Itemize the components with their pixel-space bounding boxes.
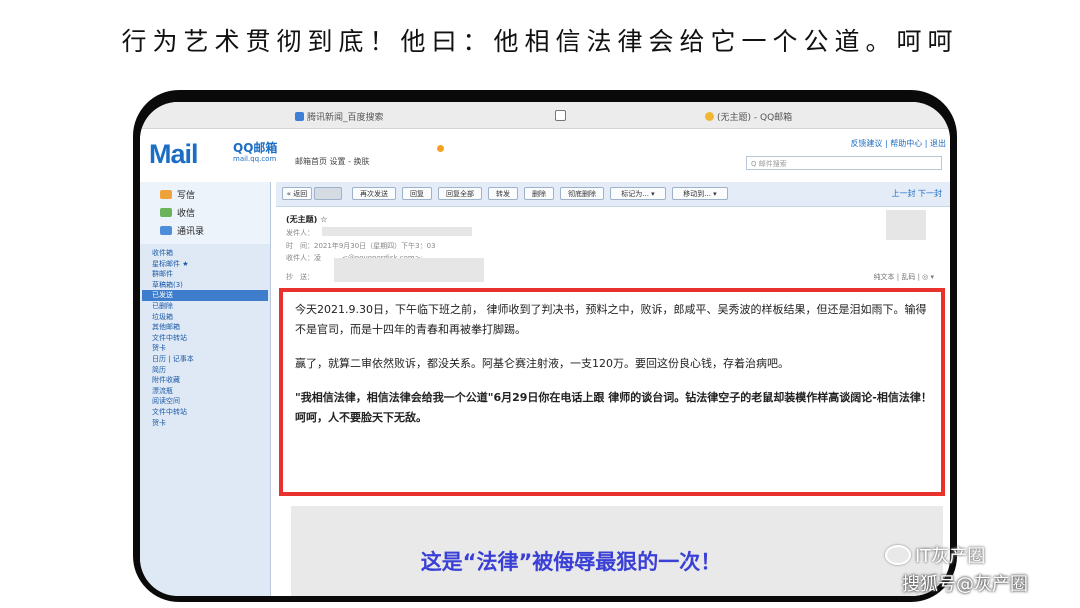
redaction	[322, 227, 472, 236]
watermark-text-1: IT灰产圈	[915, 546, 986, 567]
watermark-line-1: IT灰产圈	[885, 542, 985, 568]
logo-brand: QQ邮箱	[233, 141, 278, 155]
page-icon	[555, 110, 566, 121]
mark-as-dropdown[interactable]: 标记为... ▾	[610, 187, 666, 200]
wechat-icon	[885, 545, 911, 565]
write-label: 写信	[177, 191, 196, 201]
screen: 腾讯新闻_百度搜索 (无主题) - QQ邮箱 Mail QQ邮箱 mail.qq…	[140, 102, 950, 596]
sidebar: 写信 收信 通讯录 收件箱 星标邮件 ★ 群邮件 草稿箱(3) 已发送 已删除 …	[140, 182, 271, 596]
caption-band: 这是“法律”被侮辱最狠的一次！	[291, 506, 943, 596]
mail-toolbar: « 返回 再次发送 回复 回复全部 转发 删除 彻底删除 标记为... ▾ 移动…	[276, 182, 950, 207]
folder-item[interactable]: 文件中转站	[142, 333, 268, 344]
avatar-button[interactable]	[314, 187, 342, 200]
browser-tab-bar: 腾讯新闻_百度搜索 (无主题) - QQ邮箱	[140, 102, 950, 129]
resend-button[interactable]: 再次发送	[352, 187, 396, 200]
browser-tab-2[interactable]	[555, 110, 569, 123]
folder-item[interactable]: 贺卡	[142, 343, 268, 354]
permanent-delete-button[interactable]: 彻底删除	[560, 187, 604, 200]
folder-item[interactable]: 星标邮件 ★	[142, 259, 268, 270]
folder-item[interactable]: 阅读空间	[142, 396, 268, 407]
watermark-line-2: 搜狐号@灰产圈	[902, 574, 1028, 595]
folder-item[interactable]: 其他邮箱	[142, 322, 268, 333]
folder-item[interactable]: 群邮件	[142, 269, 268, 280]
sender-avatar	[886, 210, 926, 240]
folder-item-selected[interactable]: 已发送	[142, 290, 268, 301]
cc-line: 抄 送：	[286, 273, 314, 281]
mail-logo[interactable]: Mail	[149, 139, 199, 170]
body-paragraph-2: 赢了，就算二审依然败诉，都没关系。阿基仑赛注射液，一支120万。要回这份良心钱，…	[295, 357, 789, 370]
back-button[interactable]: « 返回	[282, 187, 312, 200]
logo-domain: mail.qq.com	[233, 155, 277, 163]
mail-subject: (无主题) ☆	[286, 215, 328, 224]
quick-actions: 写信 收信 通讯录	[140, 182, 270, 244]
headline: 行为艺术贯彻到底！他曰：他相信法律会给它一个公道。呵呵	[121, 27, 959, 56]
screenshot-frame: 腾讯新闻_百度搜索 (无主题) - QQ邮箱 Mail QQ邮箱 mail.qq…	[133, 90, 957, 602]
reply-button[interactable]: 回复	[402, 187, 432, 200]
receive-label: 收信	[177, 209, 196, 219]
pager[interactable]: 上一封 下一封	[891, 188, 942, 199]
forward-button[interactable]: 转发	[488, 187, 518, 200]
delete-button[interactable]: 删除	[524, 187, 554, 200]
sender-line: 发件人：	[286, 229, 314, 237]
receive-button[interactable]: 收信	[160, 206, 195, 219]
folder-item[interactable]: 垃圾箱	[142, 312, 268, 323]
mail-header: Mail QQ邮箱 mail.qq.com 邮箱首页 设置 - 换肤 反馈建议 …	[140, 129, 950, 179]
folder-item[interactable]: 日历 | 记事本	[142, 354, 268, 365]
caption: 这是“法律”被侮辱最狠的一次！	[420, 550, 722, 574]
folder-item[interactable]: 贺卡	[142, 418, 268, 429]
browser-tab-1[interactable]: 腾讯新闻_百度搜索	[295, 110, 384, 123]
contacts-button[interactable]: 通讯录	[160, 224, 204, 237]
search-input[interactable]: Q 邮件搜索	[746, 156, 942, 170]
browser-tab-3-label: (无主题) - QQ邮箱	[717, 113, 793, 123]
body-paragraph-3: "我相信法律，相信法律会给我一个公道"6月29日你在电话上跟 律师的谈台词。钻法…	[295, 391, 932, 424]
highlighted-mail-body: 今天2021.9.30日，下午临下班之前， 律师收到了判决书，预料之中，败诉，郎…	[279, 288, 945, 496]
contacts-icon	[160, 226, 172, 235]
folder-item[interactable]: 文件中转站	[142, 407, 268, 418]
browser-tab-3[interactable]: (无主题) - QQ邮箱	[705, 110, 792, 123]
browser-tab-1-label: 腾讯新闻_百度搜索	[307, 113, 384, 123]
move-to-dropdown[interactable]: 移动到... ▾	[672, 187, 728, 200]
time-line: 时 间：2021年9月30日（星期四）下午3：03	[286, 242, 436, 250]
reply-all-button[interactable]: 回复全部	[438, 187, 482, 200]
redaction	[334, 258, 484, 282]
pen-icon	[160, 190, 172, 199]
qq-icon	[295, 112, 304, 121]
body-paragraph-1: 今天2021.9.30日，下午临下班之前， 律师收到了判决书，预料之中，败诉，郎…	[295, 303, 927, 336]
folder-item[interactable]: 附件收藏	[142, 375, 268, 386]
folder-item[interactable]: 简历	[142, 365, 268, 376]
folder-list: 收件箱 星标邮件 ★ 群邮件 草稿箱(3) 已发送 已删除 垃圾箱 其他邮箱 文…	[142, 248, 268, 428]
plain-text-link[interactable]: 纯文本 | 乱码 | ◎ ▾	[874, 272, 934, 282]
folder-item[interactable]: 草稿箱(3)	[142, 280, 268, 291]
notification-dot-icon	[437, 145, 444, 152]
inbox-icon	[160, 208, 172, 217]
top-nav[interactable]: 邮箱首页 设置 - 换肤	[295, 156, 370, 167]
mail-reader: « 返回 再次发送 回复 回复全部 转发 删除 彻底删除 标记为... ▾ 移动…	[276, 182, 950, 596]
folder-item[interactable]: 已删除	[142, 301, 268, 312]
top-links[interactable]: 反馈建议 | 帮助中心 | 退出	[850, 138, 946, 149]
qqmail-icon	[705, 112, 714, 121]
write-button[interactable]: 写信	[160, 188, 195, 201]
folder-item[interactable]: 漂流瓶	[142, 386, 268, 397]
contacts-label: 通讯录	[177, 227, 205, 237]
folder-item[interactable]: 收件箱	[142, 248, 268, 259]
